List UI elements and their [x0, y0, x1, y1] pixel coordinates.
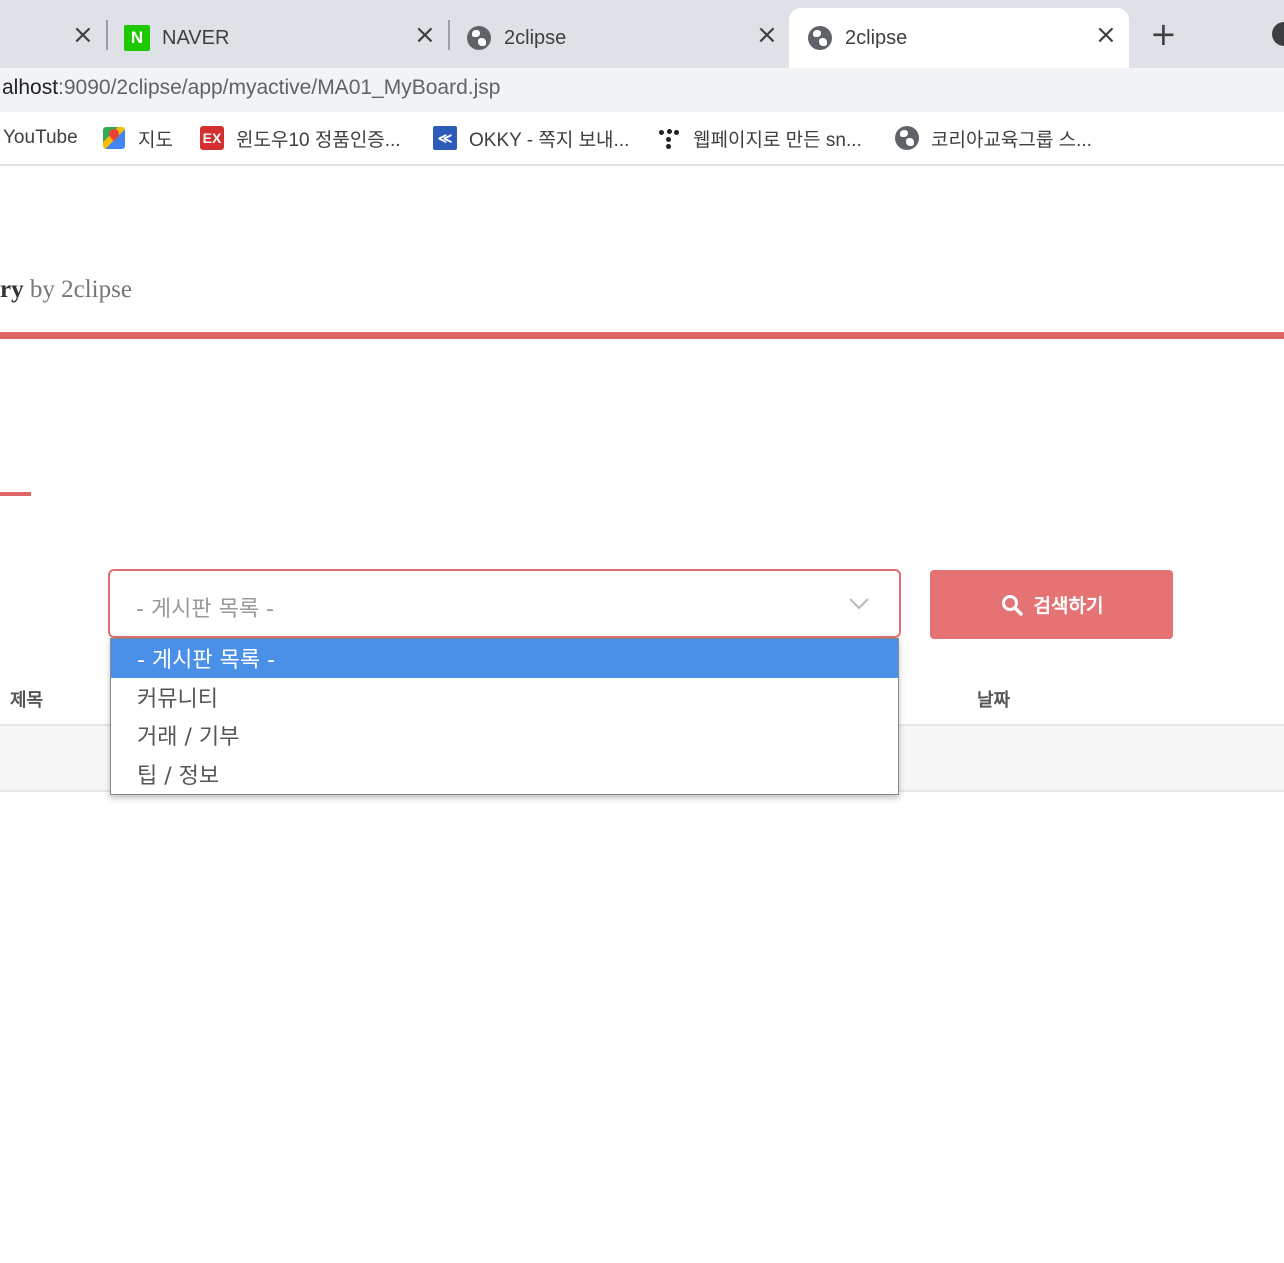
tab-separator	[106, 20, 108, 50]
new-tab-button[interactable]: +	[1150, 18, 1177, 50]
tab-title: 2clipse	[504, 26, 567, 49]
globe-icon	[895, 126, 919, 150]
bookmarks-bar: YouTube 지도 EX 윈도우10 정품인증... ≪ OKKY - 쪽지 …	[0, 112, 1284, 166]
maps-icon	[102, 126, 126, 150]
bookmark-okky[interactable]: ≪ OKKY - 쪽지 보내...	[433, 124, 629, 152]
dropdown-option-board-list[interactable]: - 게시판 목록 -	[111, 639, 898, 678]
bookmark-youtube[interactable]: YouTube	[3, 124, 78, 152]
url-path: :9090/2clipse/app/myactive/MA01_MyBoard.…	[58, 76, 501, 99]
dropdown-option-community[interactable]: 커뮤니티	[111, 678, 898, 717]
bookmark-windows-activation[interactable]: EX 윈도우10 정품인증...	[200, 124, 401, 152]
bookmark-label: 윈도우10 정품인증...	[236, 129, 401, 151]
board-select[interactable]: - 게시판 목록 -	[108, 569, 901, 638]
search-button-label: 검색하기	[1033, 595, 1104, 617]
close-tab-icon[interactable]: ×	[414, 22, 436, 48]
dropdown-option-tips-info[interactable]: 팁 / 정보	[111, 755, 898, 794]
bookmark-webpage-sn[interactable]: 웹페이지로 만든 sn...	[657, 124, 862, 152]
close-tab-icon[interactable]: ×	[1095, 22, 1117, 48]
bookmark-label: OKKY - 쪽지 보내...	[469, 129, 630, 151]
globe-icon	[466, 25, 492, 51]
close-tab-icon[interactable]: ×	[756, 22, 778, 48]
site-title-rest: by 2clipse	[23, 276, 132, 303]
close-tab-icon[interactable]: ×	[72, 22, 94, 48]
browser-tab-2clipse-active[interactable]: 2clipse ×	[789, 8, 1129, 68]
url-text[interactable]: alhost:9090/2clipse/app/myactive/MA01_My…	[2, 76, 500, 100]
site-title[interactable]: ry by 2clipse	[0, 276, 132, 304]
chevron-down-icon	[849, 598, 869, 610]
tab-separator	[448, 20, 450, 50]
column-header-title: 제목	[10, 690, 44, 711]
dropdown-option-trade-donation[interactable]: 거래 / 기부	[111, 716, 898, 755]
bookmark-maps[interactable]: 지도	[102, 124, 173, 152]
browser-tab-naver[interactable]: N NAVER ×	[124, 8, 446, 68]
okky-icon: ≪	[433, 126, 457, 150]
address-bar[interactable]: alhost:9090/2clipse/app/myactive/MA01_My…	[0, 68, 1284, 112]
board-select-value: - 게시판 목록 -	[136, 597, 275, 622]
bookmark-label: 코리아교육그룹 스...	[931, 129, 1092, 151]
column-header-date: 날짜	[977, 690, 1011, 711]
url-host: alhost	[2, 76, 59, 99]
tab-title: 2clipse	[845, 26, 908, 49]
search-icon	[1001, 594, 1023, 616]
bookmark-korea-edu[interactable]: 코리아교육그룹 스...	[895, 124, 1092, 152]
bookmark-label: 지도	[138, 129, 173, 151]
bookmark-label: YouTube	[3, 127, 78, 148]
profile-icon[interactable]	[1272, 22, 1284, 46]
ex-icon: EX	[200, 126, 224, 150]
header-divider	[0, 332, 1284, 339]
dots-icon	[657, 126, 681, 150]
bookmark-label: 웹페이지로 만든 sn...	[693, 129, 862, 151]
browser-tab-strip: × N NAVER × 2clipse × 2clipse × +	[0, 0, 1284, 68]
naver-icon: N	[124, 25, 150, 51]
board-select-dropdown: - 게시판 목록 - 커뮤니티 거래 / 기부 팁 / 정보	[110, 638, 899, 795]
browser-tab[interactable]: ×	[0, 8, 106, 68]
search-button[interactable]: 검색하기	[930, 570, 1173, 639]
site-title-bold: ry	[0, 276, 24, 303]
section-title-underline	[0, 492, 31, 496]
tab-title: NAVER	[162, 26, 230, 49]
globe-icon	[807, 25, 833, 51]
browser-tab-2clipse[interactable]: 2clipse ×	[466, 8, 786, 68]
